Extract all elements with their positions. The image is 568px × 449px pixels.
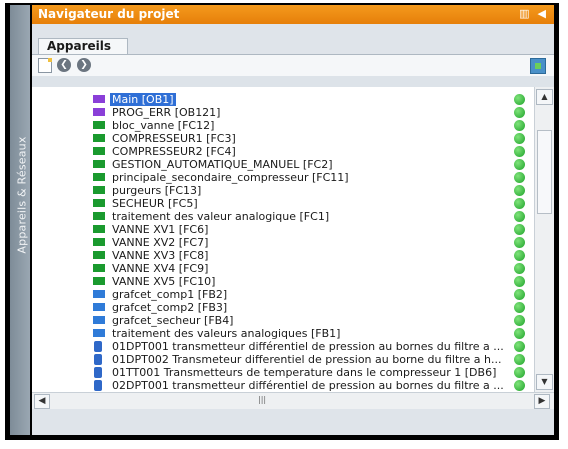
collapse-icon[interactable]: ◀ — [538, 7, 546, 20]
network-view-icon[interactable] — [530, 58, 546, 74]
fb-block-icon — [93, 290, 105, 298]
tree-item[interactable]: 02DPT001 transmetteur différentiel de pr… — [32, 377, 534, 392]
tab-appareils[interactable]: Appareils — [38, 38, 128, 55]
toolbar: ❮ ❯ — [32, 54, 554, 77]
fc-block-icon — [93, 264, 105, 272]
fc-block-icon — [93, 251, 105, 259]
scroll-grip-icon: ||| — [258, 395, 267, 404]
sidebar-label: Appareils & Réseaux — [15, 136, 29, 254]
fc-block-icon — [93, 173, 105, 181]
horizontal-scrollbar[interactable]: ◀ ||| ▶ — [32, 392, 554, 409]
status-ok-icon — [514, 380, 525, 391]
project-navigator-panel: Navigateur du projet ▥ ◀ Appareils ❮ ❯ M… — [32, 5, 554, 435]
fc-block-icon — [93, 186, 105, 194]
tree-item-label: 02DPT001 transmetteur différentiel de pr… — [112, 379, 504, 392]
header-band — [32, 76, 554, 87]
tab-strip: Appareils — [32, 24, 554, 55]
scroll-up-button[interactable]: ▲ — [536, 89, 553, 105]
forward-icon[interactable]: ❯ — [77, 58, 91, 72]
fc-block-icon — [93, 199, 105, 207]
dock-icon[interactable]: ▥ — [519, 7, 529, 20]
sidebar[interactable]: Appareils & Réseaux — [10, 5, 30, 435]
ob-block-icon — [93, 95, 105, 103]
fc-block-icon — [93, 147, 105, 155]
fc-block-icon — [93, 277, 105, 285]
fc-block-icon — [93, 121, 105, 129]
fb-block-icon — [93, 329, 105, 337]
fc-block-icon — [93, 160, 105, 168]
fc-block-icon — [93, 212, 105, 220]
scroll-thumb[interactable] — [537, 130, 552, 214]
vertical-scrollbar[interactable]: ▲ ▼ — [534, 87, 553, 392]
new-item-icon[interactable] — [38, 58, 52, 73]
panel-titlebar: Navigateur du projet ▥ ◀ — [32, 5, 554, 24]
scroll-right-button[interactable]: ▶ — [534, 394, 550, 409]
fc-block-icon — [93, 238, 105, 246]
fc-block-icon — [93, 134, 105, 142]
fb-block-icon — [93, 316, 105, 324]
fb-block-icon — [93, 303, 105, 311]
ob-block-icon — [93, 108, 105, 116]
db-block-icon — [94, 380, 102, 391]
scroll-down-button[interactable]: ▼ — [536, 374, 553, 390]
back-icon[interactable]: ❮ — [57, 58, 71, 72]
panel-title: Navigateur du projet — [38, 7, 180, 21]
block-tree-list: Main [OB1] PROG_ERR [OB121] bloc_vanne [FC… — [32, 87, 534, 392]
scroll-left-button[interactable]: ◀ — [34, 394, 50, 409]
fc-block-icon — [93, 225, 105, 233]
bottom-area — [32, 409, 554, 435]
